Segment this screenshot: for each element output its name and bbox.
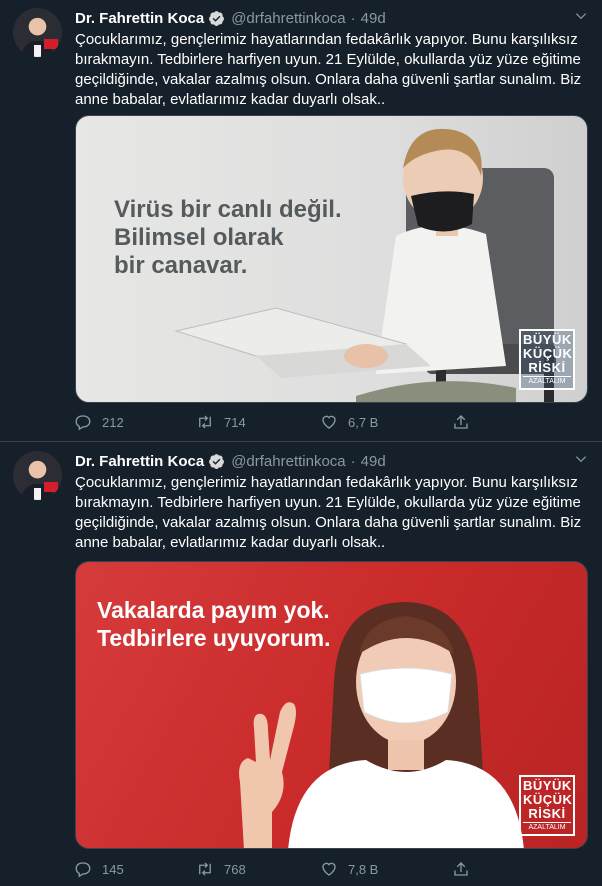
share-button[interactable]: [452, 413, 480, 431]
avatar-flag: [44, 482, 58, 492]
campaign-logo: BÜYÜK KÜÇÜK RİSKİ AZALTALIM: [519, 329, 575, 390]
avatar[interactable]: [13, 8, 62, 57]
author-handle[interactable]: @drfahrettinkoca: [231, 453, 345, 470]
reply-button[interactable]: 212: [74, 413, 124, 431]
retweet-icon: [199, 862, 211, 876]
tweet-image[interactable]: Vakalarda payım yok. Tedbirlere uyuyorum…: [75, 561, 588, 849]
caption-line: bir canavar.: [114, 252, 248, 279]
avatar-shirt: [34, 488, 41, 500]
like-count: 6,7 B: [348, 414, 379, 430]
logo-line: RİSKİ: [528, 806, 566, 821]
verified-badge-icon: [209, 453, 225, 469]
logo-line: BÜYÜK: [523, 332, 572, 347]
tweet-actions: 145 768 7,8 B: [74, 859, 594, 879]
tweet-header: Dr. Fahrettin Koca @drfahrettinkoca · 49…: [75, 7, 386, 29]
logo-line: KÜÇÜK: [523, 792, 573, 807]
logo-line: RİSKİ: [528, 360, 566, 375]
heart-icon: [322, 415, 336, 429]
separator-dot: ·: [350, 9, 356, 27]
image-caption: Virüs bir canlı değil. Bilimsel olarak b…: [114, 196, 342, 280]
author-name[interactable]: Dr. Fahrettin Koca: [75, 453, 204, 470]
author-name[interactable]: Dr. Fahrettin Koca: [75, 10, 204, 27]
tweet-timestamp[interactable]: 49d: [361, 10, 386, 27]
retweet-button[interactable]: 768: [196, 860, 246, 878]
caption-line: Bilimsel olarak: [114, 224, 284, 251]
avatar-shirt: [34, 45, 41, 57]
retweet-count: 714: [224, 414, 246, 430]
like-button[interactable]: 7,8 B: [320, 860, 378, 878]
caption-line: Tedbirlere uyuyorum.: [97, 625, 331, 651]
reply-icon: [75, 862, 91, 878]
logo-subtitle: AZALTALIM: [523, 376, 571, 387]
reply-count: 212: [102, 414, 124, 430]
verified-badge-icon: [209, 10, 225, 26]
chevron-down-icon[interactable]: [574, 9, 588, 23]
chevron-down-icon[interactable]: [574, 452, 588, 466]
reply-button[interactable]: 145: [74, 860, 124, 878]
caption-line: Virüs bir canlı değil.: [114, 196, 342, 223]
campaign-logo: BÜYÜK KÜÇÜK RİSKİ AZALTALIM: [519, 775, 575, 836]
retweet-count: 768: [224, 861, 246, 877]
share-button[interactable]: [452, 860, 480, 878]
tweet-actions: 212 714 6,7 B: [74, 412, 594, 432]
image-caption: Vakalarda payım yok. Tedbirlere uyuyorum…: [97, 596, 330, 652]
separator-dot: ·: [350, 452, 356, 470]
heart-icon: [322, 862, 336, 876]
reply-count: 145: [102, 861, 124, 877]
share-icon: [454, 862, 468, 876]
share-icon: [454, 415, 468, 429]
logo-line: BÜYÜK: [523, 778, 572, 793]
retweet-button[interactable]: 714: [196, 413, 246, 431]
caption-line: Vakalarda payım yok.: [97, 597, 330, 623]
retweet-icon: [199, 415, 211, 429]
author-handle[interactable]: @drfahrettinkoca: [231, 10, 345, 27]
tweet[interactable]: Dr. Fahrettin Koca @drfahrettinkoca · 49…: [0, 0, 602, 442]
reply-icon: [75, 415, 91, 431]
logo-line: KÜÇÜK: [523, 346, 573, 361]
tweet-timestamp[interactable]: 49d: [361, 453, 386, 470]
avatar-flag: [44, 39, 58, 49]
like-count: 7,8 B: [348, 861, 379, 877]
tweet-image[interactable]: Virüs bir canlı değil. Bilimsel olarak b…: [75, 115, 588, 403]
logo-subtitle: AZALTALIM: [523, 822, 571, 833]
tweet[interactable]: Dr. Fahrettin Koca @drfahrettinkoca · 49…: [0, 443, 602, 886]
avatar[interactable]: [13, 451, 62, 500]
tweet-text: Çocuklarımız, gençlerimiz hayatlarından …: [75, 474, 582, 551]
like-button[interactable]: 6,7 B: [320, 413, 378, 431]
tweet-header: Dr. Fahrettin Koca @drfahrettinkoca · 49…: [75, 450, 386, 472]
tweet-text: Çocuklarımız, gençlerimiz hayatlarından …: [75, 31, 582, 108]
